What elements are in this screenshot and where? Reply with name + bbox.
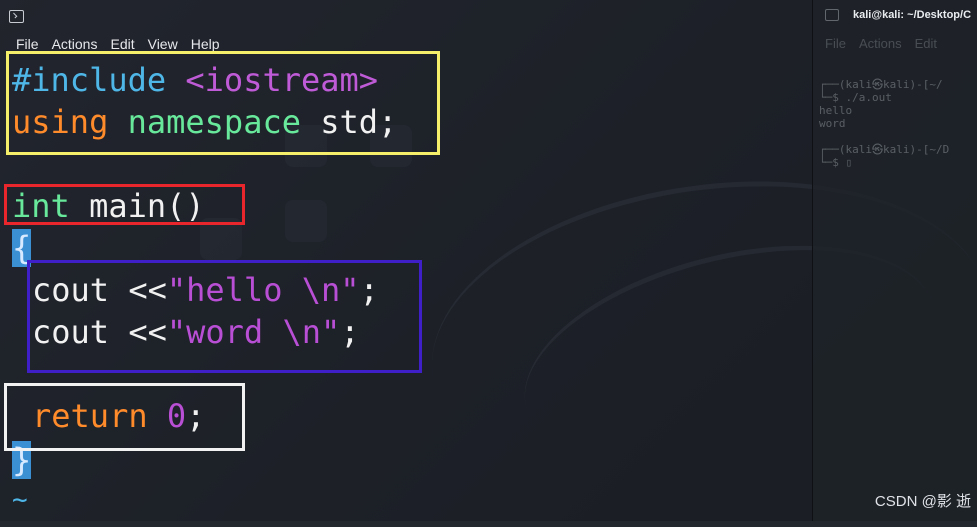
empty-line-tilde: ~ xyxy=(12,485,28,515)
include-highlight-box xyxy=(6,51,440,155)
menu-actions[interactable]: Actions xyxy=(859,36,902,51)
second-terminal-window: kali@kali: ~/Desktop/C File Actions Edit… xyxy=(812,0,977,521)
menu-actions[interactable]: Actions xyxy=(52,36,98,52)
csdn-watermark: CSDN @影 逝 xyxy=(874,493,971,510)
second-terminal-output[interactable]: ┌──(kali㉿kali)-[~/ └─$ ./a.out hello wor… xyxy=(819,78,949,169)
main-highlight-box xyxy=(4,184,245,225)
terminal-icon xyxy=(9,10,24,23)
menu-edit[interactable]: Edit xyxy=(110,36,134,52)
menu-file[interactable]: File xyxy=(825,36,846,51)
cout-highlight-box xyxy=(27,260,422,373)
menu-edit[interactable]: Edit xyxy=(915,36,937,51)
menu-file[interactable]: File xyxy=(16,36,39,52)
second-terminal-menubar: File Actions Edit xyxy=(825,36,937,51)
menu-view[interactable]: View xyxy=(148,36,178,52)
return-highlight-box xyxy=(4,383,245,451)
terminal-icon xyxy=(825,9,839,21)
terminal-window: File Actions Edit View Help #include <io… xyxy=(0,0,812,521)
menu-help[interactable]: Help xyxy=(191,36,220,52)
terminal-titlebar xyxy=(0,0,812,32)
second-terminal-title: kali@kali: ~/Desktop/C xyxy=(853,9,972,21)
menubar: File Actions Edit View Help xyxy=(16,36,220,52)
